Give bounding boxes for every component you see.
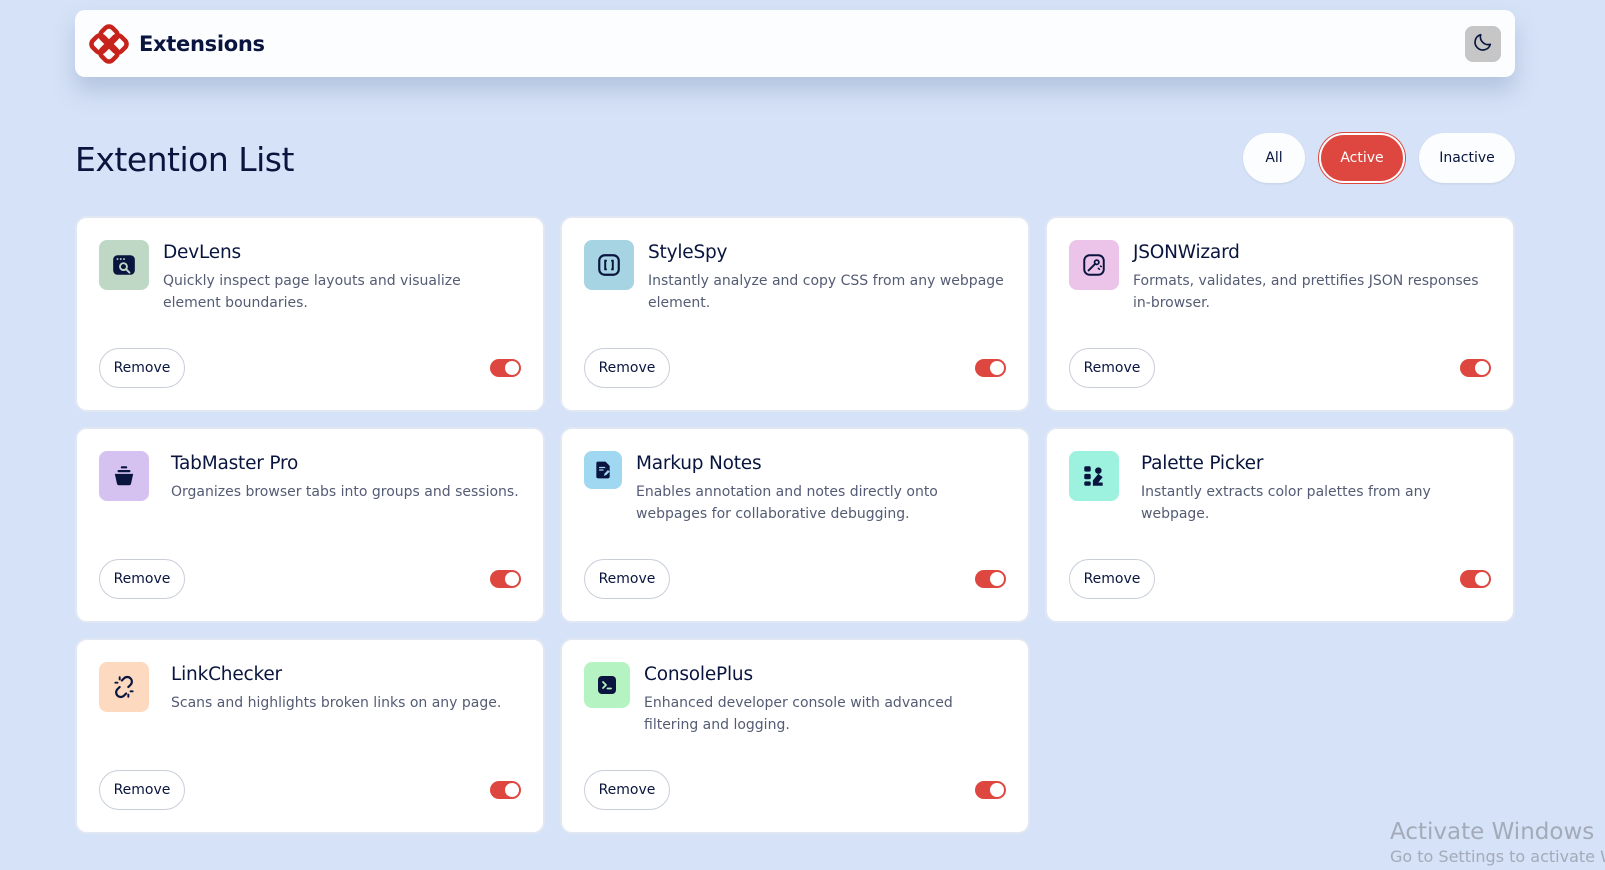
filter-active-button[interactable]: Active bbox=[1319, 133, 1405, 183]
extension-card-palette-picker: Palette Picker Instantly extracts color … bbox=[1045, 427, 1515, 623]
activate-windows-watermark: Activate Windows Go to Settings to activ… bbox=[1390, 818, 1605, 868]
remove-button[interactable]: Remove bbox=[1069, 559, 1155, 599]
markup-notes-icon bbox=[584, 451, 622, 489]
stylespy-icon bbox=[584, 240, 634, 290]
jsonwizard-icon bbox=[1069, 240, 1119, 290]
extension-toggle[interactable] bbox=[490, 781, 521, 799]
top-bar: Extensions bbox=[75, 10, 1515, 77]
remove-button[interactable]: Remove bbox=[99, 770, 185, 810]
extension-toggle[interactable] bbox=[975, 570, 1006, 588]
extension-name: JSONWizard bbox=[1133, 242, 1240, 263]
devlens-icon bbox=[99, 240, 149, 290]
extensions-logo-icon bbox=[89, 23, 129, 64]
extension-description: Instantly extracts color palettes from a… bbox=[1141, 484, 1431, 522]
theme-toggle-button[interactable] bbox=[1465, 25, 1501, 62]
page-title: Extention List bbox=[75, 140, 294, 179]
palette-picker-icon bbox=[1069, 451, 1119, 501]
filter-inactive-button[interactable]: Inactive bbox=[1419, 133, 1515, 183]
watermark-title: Activate Windows bbox=[1390, 819, 1595, 845]
extension-name: LinkChecker bbox=[171, 664, 282, 685]
remove-button[interactable]: Remove bbox=[99, 559, 185, 599]
extension-description: Organizes browser tabs into groups and s… bbox=[171, 484, 519, 500]
filter-group: All Active Inactive bbox=[1243, 133, 1515, 183]
extension-name: StyleSpy bbox=[648, 242, 728, 263]
extension-card-devlens: DevLens Quickly inspect page layouts and… bbox=[75, 216, 545, 412]
extension-card-jsonwizard: JSONWizard Formats, validates, and prett… bbox=[1045, 216, 1515, 412]
extension-card-linkchecker: LinkChecker Scans and highlights broken … bbox=[75, 638, 545, 834]
remove-button[interactable]: Remove bbox=[584, 770, 670, 810]
brand-name: Extensions bbox=[139, 31, 265, 56]
extension-description: Quickly inspect page layouts and visuali… bbox=[163, 273, 461, 311]
extension-card-markup-notes: Markup Notes Enables annotation and note… bbox=[560, 427, 1030, 623]
extension-name: Palette Picker bbox=[1141, 453, 1264, 474]
extension-name: DevLens bbox=[163, 242, 241, 263]
tabmaster-icon bbox=[99, 451, 149, 501]
extension-name: ConsolePlus bbox=[644, 664, 753, 685]
remove-button[interactable]: Remove bbox=[1069, 348, 1155, 388]
remove-button[interactable]: Remove bbox=[584, 559, 670, 599]
extension-description: Formats, validates, and prettifies JSON … bbox=[1133, 273, 1479, 311]
link-checker-icon bbox=[99, 662, 149, 712]
extension-toggle[interactable] bbox=[975, 781, 1006, 799]
extension-card-stylespy: StyleSpy Instantly analyze and copy CSS … bbox=[560, 216, 1030, 412]
moon-icon bbox=[1472, 31, 1494, 57]
extension-toggle[interactable] bbox=[1460, 359, 1491, 377]
extension-toggle[interactable] bbox=[975, 359, 1006, 377]
extension-toggle[interactable] bbox=[490, 359, 521, 377]
extension-description: Instantly analyze and copy CSS from any … bbox=[648, 273, 1004, 311]
console-plus-icon bbox=[584, 662, 630, 708]
extension-description: Enhanced developer console with advanced… bbox=[644, 695, 953, 733]
extension-description: Scans and highlights broken links on any… bbox=[171, 695, 502, 711]
extension-name: TabMaster Pro bbox=[171, 453, 299, 474]
extension-name: Markup Notes bbox=[636, 453, 762, 474]
extension-toggle[interactable] bbox=[490, 570, 521, 588]
remove-button[interactable]: Remove bbox=[99, 348, 185, 388]
extension-toggle[interactable] bbox=[1460, 570, 1491, 588]
extension-card-tabmaster-pro: TabMaster Pro Organizes browser tabs int… bbox=[75, 427, 545, 623]
filter-all-button[interactable]: All bbox=[1243, 133, 1305, 183]
extension-card-consoleplus: ConsolePlus Enhanced developer console w… bbox=[560, 638, 1030, 834]
remove-button[interactable]: Remove bbox=[584, 348, 670, 388]
watermark-subtitle: Go to Settings to activate W bbox=[1390, 847, 1605, 866]
extension-description: Enables annotation and notes directly on… bbox=[636, 484, 938, 522]
